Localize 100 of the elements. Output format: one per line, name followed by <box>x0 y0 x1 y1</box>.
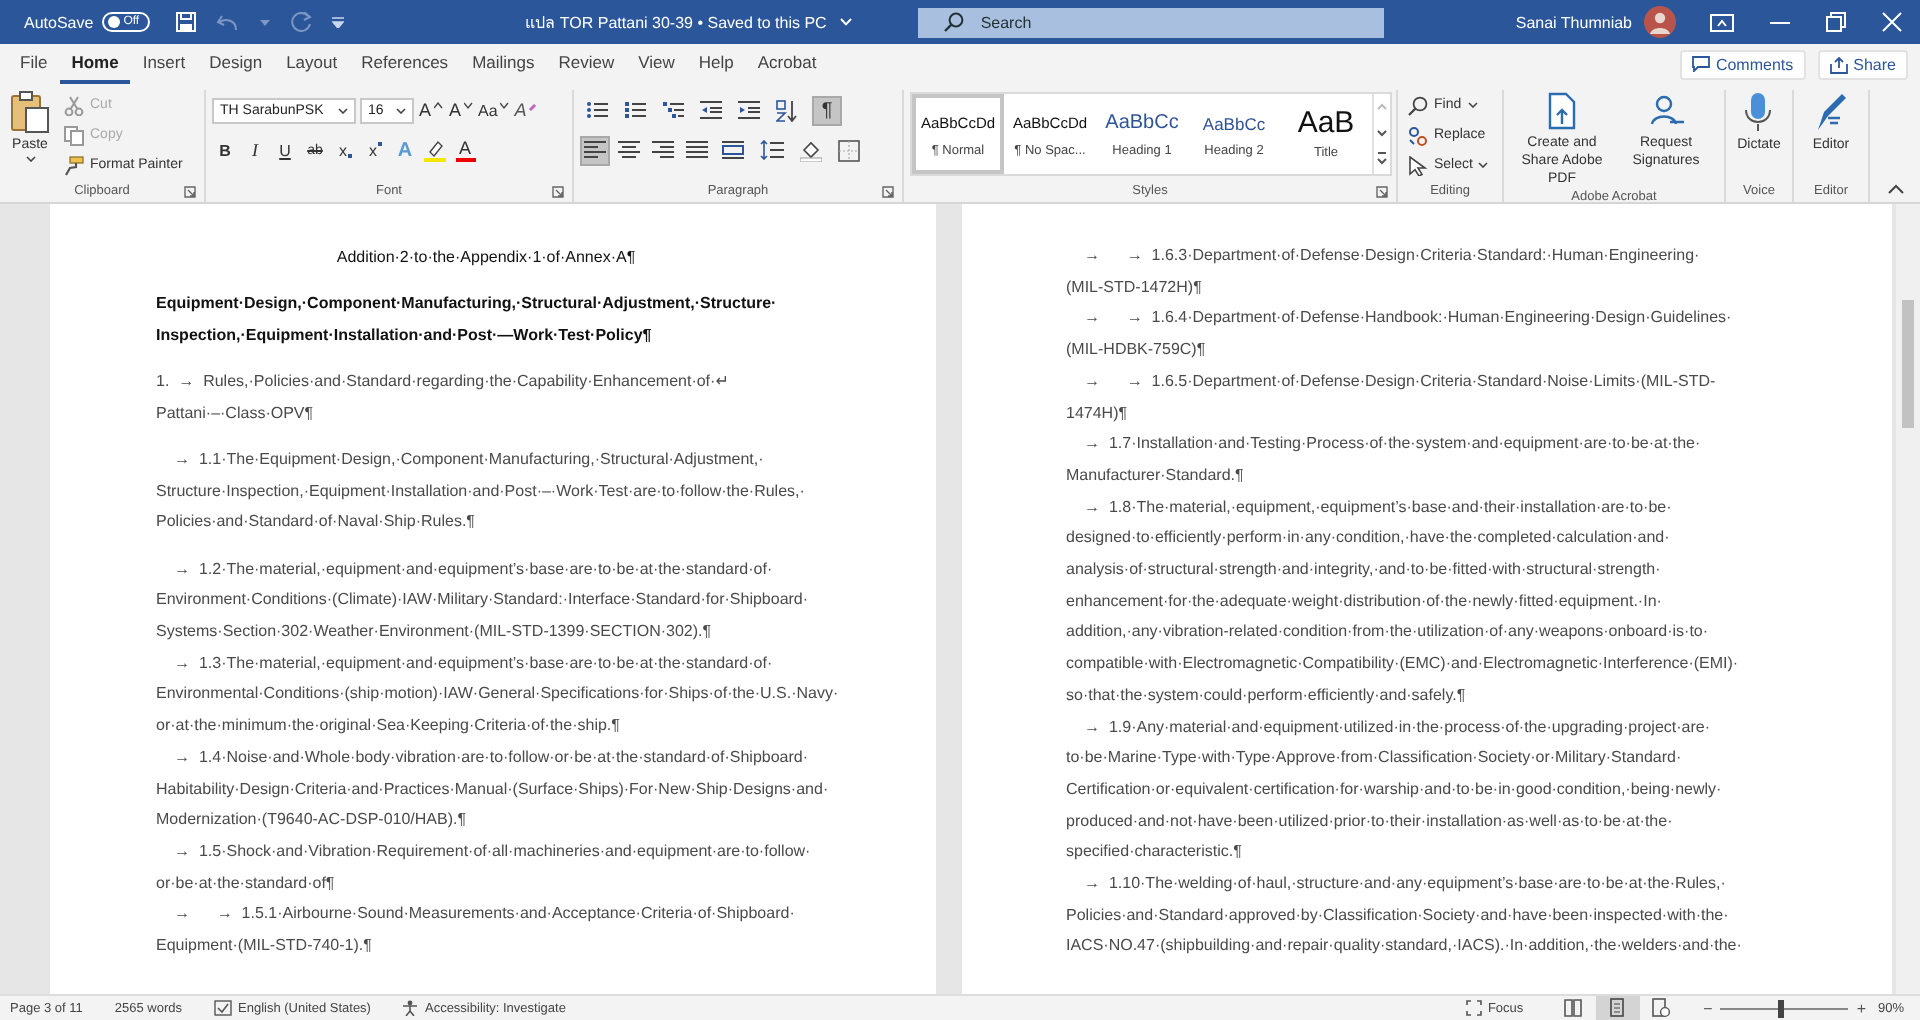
zoom-in-button[interactable]: + <box>1856 999 1866 1017</box>
heading-line: Equipment·Design,·Component·Manufacturing,·Structural·Adjustment,·Structure· <box>156 292 779 317</box>
text-line: → 1.10·The·welding·of·haul,·structure·and·any·equipment’s·base·are·to·be·at·the·Rules,· <box>1082 872 1728 897</box>
ribbon-tab[interactable]: Help <box>686 45 746 83</box>
document-upload-icon <box>1544 92 1580 130</box>
avatar-icon[interactable] <box>1644 6 1676 38</box>
text-line: Systems·Section·302·Weather·Environment·(MIL-STD-1399·SECTION·302).¶ <box>156 620 714 645</box>
text-line: (MIL-STD-1472H)¶ <box>1066 275 1204 300</box>
text-line: to·be·Marine·Type·with·Type·Approve·from·Classification·Society·or·Military·Standard· <box>1066 746 1684 771</box>
line-spacing-icon[interactable] <box>760 140 784 160</box>
font-grow-button[interactable]: A <box>418 96 444 124</box>
restore-icon[interactable] <box>1826 12 1846 32</box>
slider-thumb[interactable] <box>1778 999 1785 1017</box>
dialog-launcher-icon[interactable] <box>882 186 894 198</box>
caret-icon <box>1478 162 1489 168</box>
close-icon[interactable] <box>1882 12 1902 32</box>
scrollbar-thumb[interactable] <box>1902 300 1914 428</box>
ribbon-tab[interactable]: Layout <box>274 45 350 83</box>
dialog-launcher-icon[interactable] <box>552 186 564 198</box>
text-line: Environmental·Conditions·(ship·motion)·IAW·General·Specifications·for·Ships·of·the·U.S.·Navy· <box>156 682 841 707</box>
text-line: Modernization·(T9640-AC-DSP-010/HAB).¶ <box>156 808 469 833</box>
change-case-button[interactable]: Aa <box>478 96 510 124</box>
subscript-button[interactable]: x <box>332 136 358 164</box>
sort-icon[interactable] <box>776 99 798 121</box>
microphone-icon <box>1744 92 1773 132</box>
autosave-label: AutoSave <box>24 13 94 31</box>
bullets-icon[interactable] <box>586 100 608 120</box>
replace-icon <box>1408 125 1428 145</box>
text-line: (MIL-HDBK-759C)¶ <box>1066 338 1208 363</box>
pen-icon <box>1812 92 1849 132</box>
document-title[interactable]: แปล TOR Pattani 30-39 • Saved to this PC <box>525 9 827 35</box>
italic-button[interactable]: I <box>242 136 268 164</box>
ribbon-tab[interactable]: View <box>626 45 687 83</box>
text-line: → 1.9·Any·material·and·equipment·utilized·in·the·process·of·the·upgrading·project·are· <box>1082 715 1713 740</box>
ribbon-tab[interactable]: Design <box>197 45 275 83</box>
document-title-line: Addition·2·to·the·Appendix·1·of·Annex·A¶ <box>334 246 638 270</box>
zoom-out-button[interactable]: − <box>1703 999 1713 1017</box>
save-icon[interactable] <box>175 12 196 32</box>
highlight-button[interactable] <box>422 136 448 164</box>
font-color-button[interactable]: A <box>452 136 478 164</box>
distribute-icon[interactable] <box>722 140 744 160</box>
shading-icon[interactable] <box>800 139 822 161</box>
collapse-ribbon-icon[interactable] <box>1888 184 1904 194</box>
numbering-icon[interactable] <box>624 100 646 120</box>
search-field[interactable]: Search <box>918 7 1385 37</box>
view-button[interactable] <box>1595 996 1640 1020</box>
font-shrink-button[interactable]: A <box>448 96 474 124</box>
caret-icon[interactable] <box>433 101 443 111</box>
text-line: Equipment·(MIL-STD-740-1).¶ <box>156 934 374 959</box>
text-line: produced·and·not·have·been·utilized·prior·to·their·installation·as·well·as·to·be·at·the· <box>1066 809 1675 834</box>
proofing-icon[interactable] <box>214 1000 232 1016</box>
highlighter-icon <box>424 139 446 161</box>
caret-icon[interactable] <box>463 101 473 111</box>
borders-icon[interactable] <box>838 139 860 161</box>
dialog-launcher-icon[interactable] <box>1376 186 1388 198</box>
show-formatting-button[interactable]: ¶ <box>812 95 842 125</box>
text-line: → → 1.5.1·Airbourne·Sound·Measurements·and·Acceptance·Criteria·of·Shipboard· <box>172 902 797 927</box>
ribbon-tab[interactable]: References <box>349 45 461 83</box>
comments-button[interactable]: Comments <box>1679 49 1806 79</box>
text-line: → 1.2·The·material,·equipment·and·equipment’s·base·are·to·be·at·the·standard·of· <box>172 557 775 582</box>
text-line: → → 1.6.4·Department·of·Defense·Handbook:·Human·Engineering·Design·Guidelines· <box>1082 306 1734 331</box>
user-name: Sanai Thumniab <box>1515 13 1632 31</box>
text-line: specified·characteristic.¶ <box>1066 840 1244 865</box>
ribbon-display-icon[interactable] <box>1710 13 1734 31</box>
text-line: so·that·the·system·could·perform·efficiently·and·safely.¶ <box>1066 683 1468 708</box>
decrease-indent-icon[interactable] <box>700 100 722 120</box>
ribbon-tab[interactable]: File <box>8 45 60 83</box>
comment-icon <box>1691 56 1710 72</box>
align-left-button[interactable] <box>580 135 610 165</box>
ribbon-tab[interactable]: Acrobat <box>745 45 829 83</box>
text-line: designed·to·efficiently·perform·in·any·condition,·have·the·completed·calculation·and· <box>1066 526 1672 551</box>
underline-button[interactable]: U <box>272 136 298 164</box>
caret-icon[interactable] <box>499 101 510 111</box>
text-line: IACS·NO.47·(shipbuilding·and·repair·quality·standard,·IACS).·In·addition,·the·welders·and·the· <box>1066 934 1744 959</box>
text-line: → 1.5·Shock·and·Vibration·Requirement·of·all·machineries·and·equipment·are·to·follow· <box>172 839 813 864</box>
text-line: Pattani·–·Class·OPV¶ <box>156 401 316 426</box>
paintbrush-icon <box>64 155 84 175</box>
ribbon-tab[interactable]: Insert <box>130 45 198 83</box>
text-line: 1. → Rules,·Policies·and·Standard·regarding·the·Capability·Enhancement·of·↵ <box>156 370 731 395</box>
increase-indent-icon[interactable] <box>738 100 760 120</box>
text-line: Certification·or·equivalent·certification·for·warship·and·to·be·in·good·condition,·being·newly· <box>1066 777 1724 802</box>
text-line: 1474H)¶ <box>1066 401 1130 426</box>
caret-icon <box>25 156 35 162</box>
bold-button[interactable]: B <box>212 136 238 164</box>
caret-icon <box>338 107 348 113</box>
accessibility-icon[interactable] <box>402 1000 419 1016</box>
customize-icon[interactable] <box>331 16 344 28</box>
text-line: → 1.7·Installation·and·Testing·Process·of·the·system·and·equipment·are·to·be·at·the· <box>1082 432 1703 457</box>
signature-icon <box>1648 92 1684 130</box>
clear-formatting-button[interactable]: A <box>513 96 540 124</box>
multilevel-list-icon[interactable] <box>662 100 684 120</box>
eraser-icon[interactable] <box>528 101 539 111</box>
text-line: → 1.1·The·Equipment·Design,·Component·Manufacturing,·Structural·Adjustment,· <box>172 448 766 473</box>
ribbon-tab[interactable]: Mailings <box>460 45 547 83</box>
dialog-launcher-icon[interactable] <box>184 186 196 198</box>
text-line: Policies·and·Standard·approved·by·Classification·Society·and·have·been·inspected·with·the· <box>1066 903 1731 928</box>
share-button[interactable]: Share <box>1817 49 1908 79</box>
text-line: or·at·the·minimum·the·original·Sea·Keeping·Criteria·of·the·ship.¶ <box>156 714 622 739</box>
ribbon-tab[interactable]: Review <box>546 45 627 83</box>
superscript-button[interactable]: x <box>362 136 388 164</box>
